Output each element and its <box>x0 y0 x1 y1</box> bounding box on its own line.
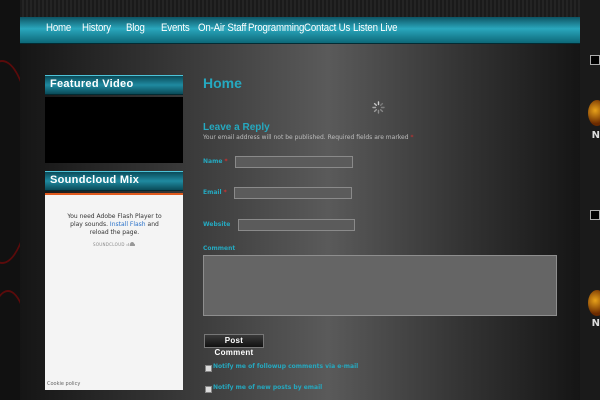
video-player[interactable] <box>45 97 183 163</box>
right-decoration: N N <box>580 0 600 400</box>
corner-box-icon <box>590 210 600 220</box>
red-arc-decoration <box>0 290 22 400</box>
header-strip <box>20 0 580 17</box>
nav-on-air-staff[interactable]: On-Air Staff <box>198 22 246 34</box>
red-arc-decoration <box>0 60 22 264</box>
email-label: Email * <box>203 189 227 196</box>
nav-programming[interactable]: Programming <box>248 22 304 34</box>
website-label: Website <box>203 221 231 228</box>
name-label: Name * <box>203 158 228 165</box>
soundcloud-logo: SOUNDCLOUD <box>93 241 136 247</box>
notify-followup-label: Notify me of followup comments via e-mai… <box>213 363 359 370</box>
comment-textarea[interactable] <box>203 255 557 316</box>
email-input[interactable] <box>234 187 352 199</box>
website-input[interactable] <box>238 219 355 231</box>
knob-icon <box>588 100 600 126</box>
flash-message: You need Adobe Flash Player to play soun… <box>67 213 162 237</box>
notify-posts-label: Notify me of new posts by email <box>213 384 323 391</box>
featured-video-title: Featured Video <box>45 75 183 95</box>
required-mark: * <box>224 158 228 165</box>
nav-history[interactable]: History <box>82 22 111 34</box>
left-decoration <box>0 0 22 400</box>
soundcloud-title-text: Soundcloud Mix <box>50 174 140 186</box>
name-input[interactable] <box>235 156 353 168</box>
soundcloud-logo-text: SOUNDCLOUD <box>93 242 125 247</box>
loading-spinner-icon <box>372 101 385 114</box>
email-label-text: Email <box>203 189 222 196</box>
page-title: Home <box>203 75 242 91</box>
nav-contact-us[interactable]: Contact Us <box>304 22 350 34</box>
notify-posts-checkbox[interactable] <box>205 386 212 393</box>
side-letter: N <box>591 130 600 141</box>
nav-blog[interactable]: Blog <box>126 22 145 34</box>
install-flash-link[interactable]: Install Flash <box>110 221 146 228</box>
required-mark: * <box>223 189 227 196</box>
nav-listen-live[interactable]: Listen Live <box>353 22 398 34</box>
comment-label: Comment <box>203 245 236 252</box>
comment-notes: Your email address will not be published… <box>203 134 413 141</box>
corner-box-icon <box>590 55 600 65</box>
knob-icon <box>588 290 600 316</box>
nav-home[interactable]: Home <box>46 22 71 34</box>
leave-reply-heading: Leave a Reply <box>203 122 270 133</box>
cookie-policy-link[interactable]: Cookie policy <box>47 381 80 387</box>
required-mark: * <box>410 134 414 141</box>
featured-video-title-text: Featured Video <box>50 78 134 90</box>
post-comment-button[interactable]: Post Comment <box>204 334 264 357</box>
name-label-text: Name <box>203 158 223 165</box>
notify-followup-checkbox[interactable] <box>205 365 212 372</box>
comment-notes-text: Your email address will not be published… <box>203 134 409 141</box>
main-nav: Home History Blog Events On-Air Staff Pr… <box>20 17 580 44</box>
side-letter: N <box>591 318 600 329</box>
nav-events[interactable]: Events <box>161 22 190 34</box>
soundcloud-title: Soundcloud Mix <box>45 171 183 191</box>
cloud-icon <box>127 241 136 247</box>
soundcloud-widget: You need Adobe Flash Player to play soun… <box>45 193 183 390</box>
